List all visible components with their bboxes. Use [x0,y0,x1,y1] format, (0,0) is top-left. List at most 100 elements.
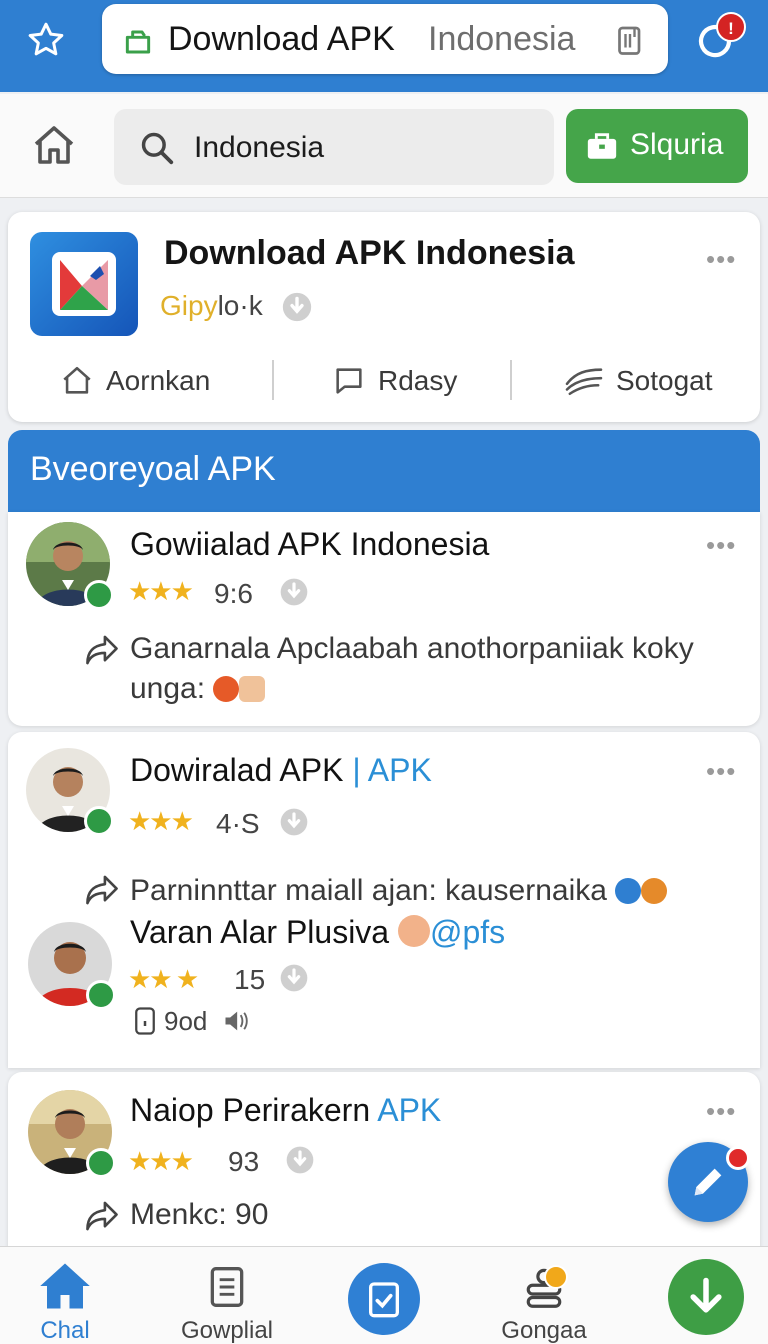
section-title: Bveoreyoal APK [30,450,276,488]
lock-icon [122,24,154,56]
divider [272,360,274,400]
emoji-icon [213,676,240,702]
download-circle-icon[interactable] [278,576,310,608]
download-circle-icon[interactable] [284,1144,316,1176]
star-rating-icon: ★★★ [128,806,194,836]
home-icon[interactable] [30,122,78,170]
verified-badge [86,980,116,1010]
rating-value: 9:6 [214,578,253,609]
post-author-name: Naiop Perirakern [130,1092,371,1128]
post-author[interactable]: Gowiialad APK Indonesia [130,526,489,563]
search-icon [138,129,176,167]
avatar[interactable] [26,748,114,836]
reply-handle[interactable]: @pfs [430,914,505,950]
home-icon [38,1261,92,1311]
post-text-continued: unga: [130,672,266,706]
emoji-icon [641,878,668,904]
post-author[interactable]: Naiop Perirakern APK [130,1092,441,1129]
checklist-icon [366,1279,402,1319]
rating-value: 15 [234,964,266,995]
share-arrow-icon[interactable] [84,1200,120,1232]
reply-author[interactable]: Varan Alar Plusiva @pfs [130,914,505,951]
nav-label: Gowplial [180,1317,274,1344]
download-circle-icon[interactable] [278,806,310,838]
notification-dot [726,1146,750,1170]
reply-author-name: Varan Alar Plusiva [130,914,390,950]
speaker-icon [222,1008,250,1034]
nav-item-tasks[interactable] [348,1263,420,1335]
url-text: Download APK [168,20,395,58]
download-circle-icon[interactable] [278,962,310,994]
verified-badge [84,806,114,836]
badge-emoji-icon [615,878,642,904]
address-bar[interactable]: Download APK Indonesia [102,4,668,74]
nav-item-home[interactable]: Chal [22,1247,108,1344]
divider: | [352,752,361,788]
reply-avatar[interactable] [28,922,116,1010]
more-options-icon[interactable]: ••• [706,1096,736,1127]
developer-name-part1: Gipy [160,290,218,321]
share-arrow-icon[interactable] [84,634,120,666]
nav-label: Chal [40,1317,90,1344]
nav-label: Gongaa [501,1317,587,1344]
developer-name-part2: lo·k [217,290,263,321]
compose-button[interactable] [668,1142,750,1222]
post-text: Parninnttar maiall ajan: kausernaika [130,874,668,908]
emoji-hand-icon [239,676,266,702]
more-options-icon[interactable]: ••• [706,244,736,275]
search-input[interactable]: Indonesia [114,109,554,185]
action-item-1[interactable]: Aornkan [60,364,210,398]
post-text-line1: Parninnttar maiall ajan: kausernaika [130,874,607,907]
download-circle-icon[interactable] [280,290,314,324]
post-card[interactable]: Dowiralad APK | APK ★★★ 4·S ••• Parninnt… [8,732,760,1068]
emoji-face-icon [397,915,430,947]
nav-item-layers[interactable]: Gongaa [486,1247,602,1344]
phone-icon [132,1006,158,1036]
section-header: Bveoreyoal APK [8,430,760,512]
app-developer[interactable]: Gipylo·k [160,290,263,322]
store-button-label: Slquria [630,128,724,161]
search-bar-row: Indonesia Slquria [0,94,768,198]
post-card[interactable]: Naiop Perirakern APK ★★★ 93 ••• Menkc: 9… [8,1072,760,1262]
rating-value: 4·S [216,808,260,839]
briefcase-icon [584,129,620,163]
post-card[interactable]: Gowiialad APK Indonesia ★★★ 9:6 ••• Gana… [8,512,760,726]
nav-item-documents[interactable]: Gowplial [170,1247,284,1344]
url-domain: Indonesia [428,20,576,58]
share-layers-icon [564,364,604,398]
action-label-2: Rdasy [378,365,458,396]
notification-dot [544,1265,568,1289]
avatar[interactable] [26,522,114,610]
download-button[interactable] [668,1259,744,1335]
app-card[interactable]: Download APK Indonesia Gipylo·k ••• Aorn… [8,212,760,422]
more-options-icon[interactable]: ••• [706,756,736,787]
pencil-icon [688,1162,728,1202]
share-arrow-icon[interactable] [84,874,120,906]
clipboard-icon[interactable] [612,22,648,58]
verified-badge [86,1148,116,1178]
notification-badge: ! [716,12,746,42]
action-item-3[interactable]: Sotogat [564,364,713,398]
app-action-bar: Aornkan Rdasy Sotogat [8,352,760,412]
post-text: Menkc: 90 [130,1198,269,1231]
avatar[interactable] [28,1090,116,1178]
action-item-2[interactable]: Rdasy [332,364,457,398]
more-options-icon[interactable]: ••• [706,530,736,561]
action-label-1: Aornkan [106,365,211,396]
star-rating-icon: ★★ ★ [128,964,199,994]
action-label-3: Sotogat [616,365,713,396]
document-icon [207,1265,247,1309]
bottom-navigation: Chal Gowplial Gongaa [0,1246,768,1344]
post-text: Ganarnala Apclaabah anothorpaniiak koky [130,632,694,665]
browser-toolbar: Download APK Indonesia ! [0,0,768,92]
post-author-tag: APK [377,1092,442,1128]
post-author[interactable]: Dowiralad APK | APK [130,752,432,789]
star-rating-icon: ★★★ [128,576,194,606]
reply-meta: 9od [164,1006,208,1036]
post-author-tag: APK [367,752,432,788]
post-text-line2: unga: [130,672,206,705]
bookmark-star-icon[interactable] [26,20,74,64]
verified-badge [84,580,114,610]
star-rating-icon: ★★★ [128,1146,194,1176]
store-button[interactable]: Slquria [566,109,748,183]
